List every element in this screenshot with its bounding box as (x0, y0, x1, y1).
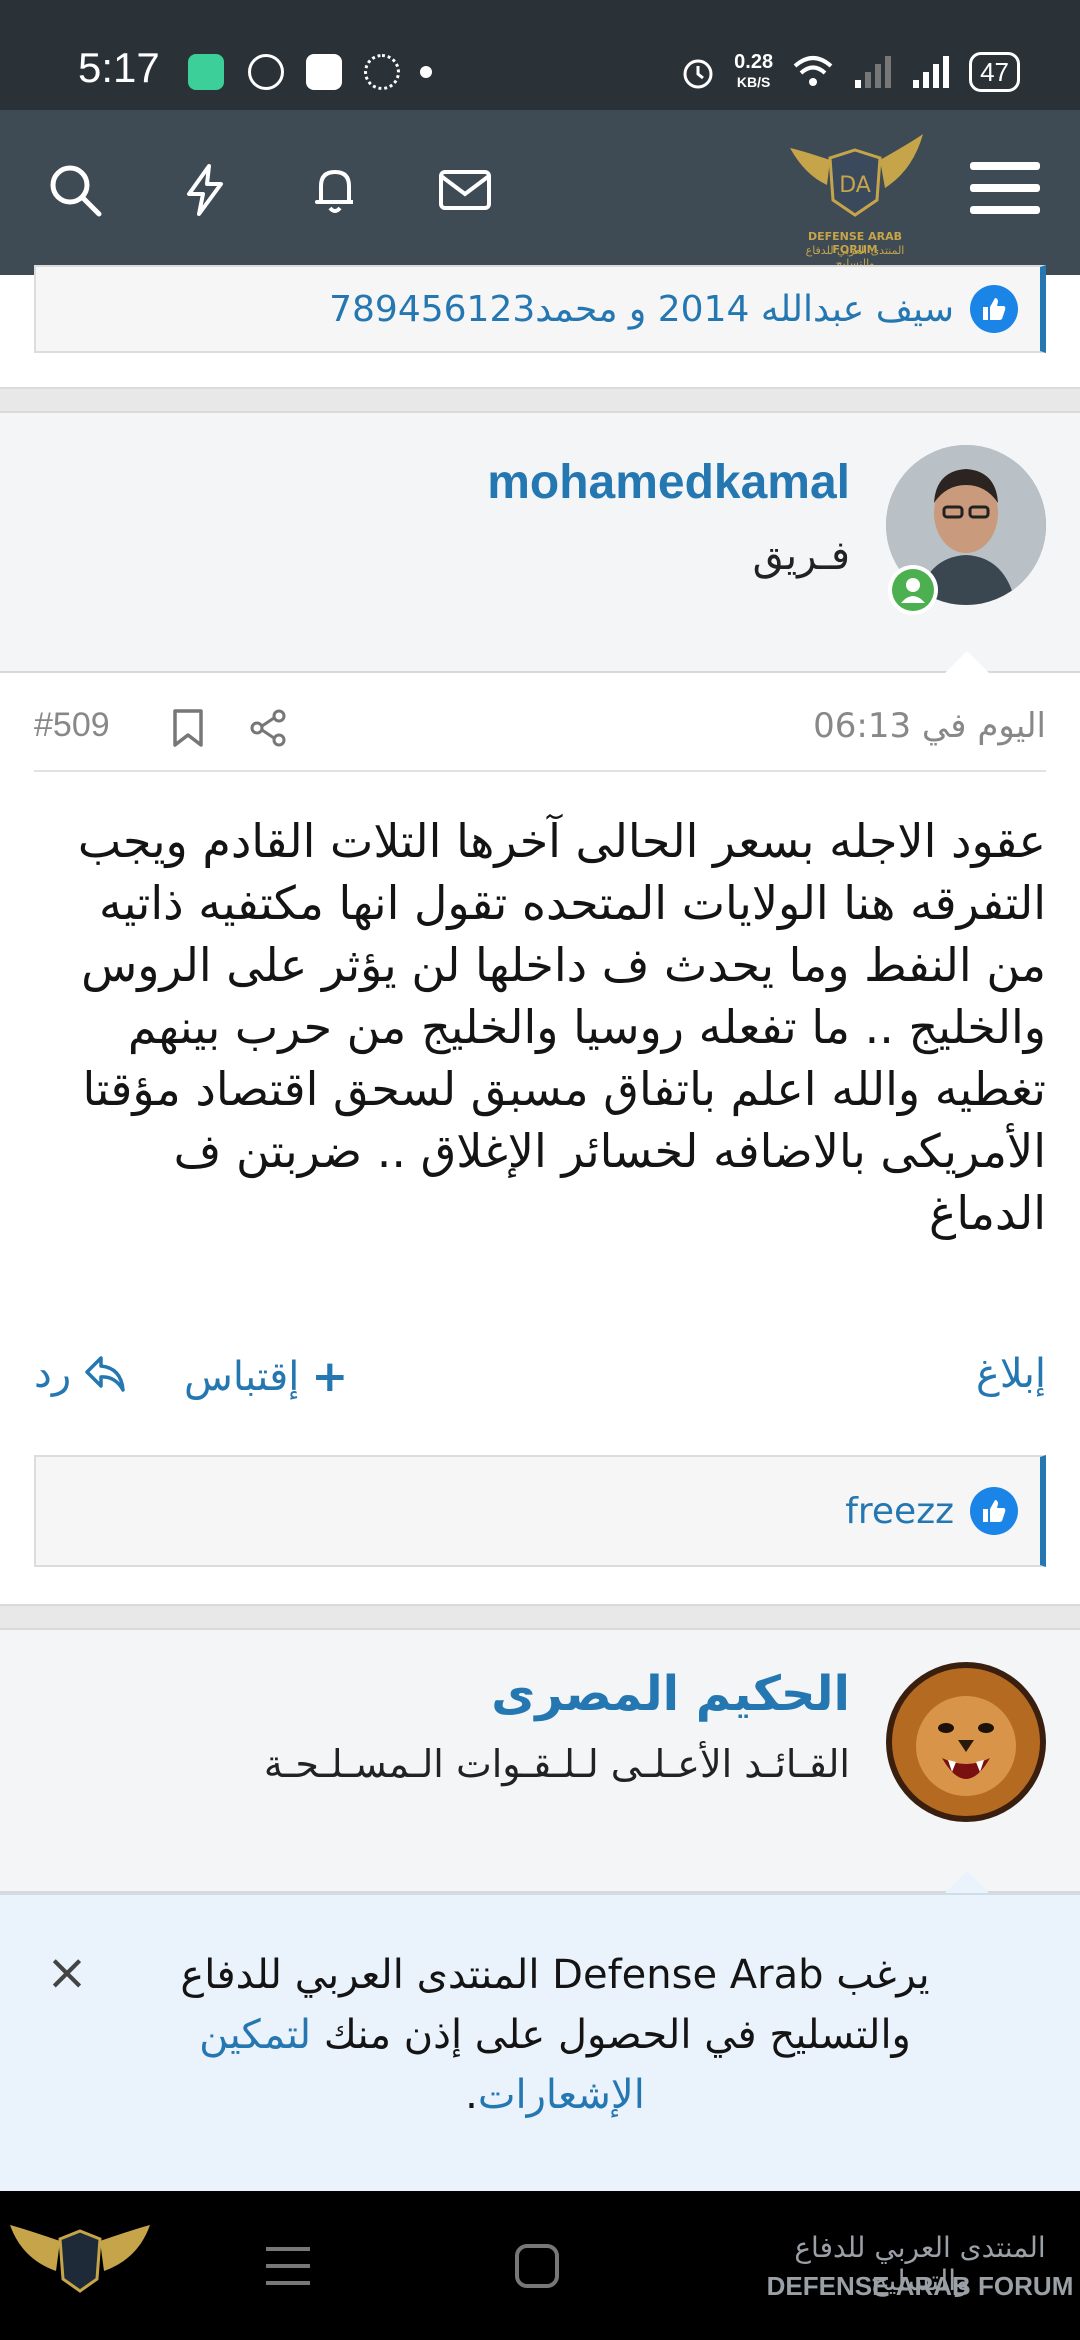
notification-permission-banner: × يرغب Defense Arab المنتدى العربي للدفا… (0, 1893, 1080, 2191)
watermark-logo (0, 2211, 160, 2336)
notification-message: يرغب Defense Arab المنتدى العربي للدفاع … (130, 1945, 980, 2125)
facebook-icon (248, 54, 284, 90)
alarm-icon (683, 59, 713, 89)
user-title: القـائـد الأعـلـى لـلـقـوات الـمسـلـحـة (263, 1742, 850, 1786)
signal-icon-2 (913, 56, 950, 88)
app-header: DA DEFENSE ARAB FORUM المنتدى العربي للد… (0, 110, 1080, 275)
like-icon (970, 285, 1018, 333)
post-user-block: mohamedkamal فـريق (0, 413, 1080, 673)
like-icon (970, 1487, 1018, 1535)
logo-emblem-icon: DA (790, 134, 923, 217)
user-title: فـريق (752, 533, 850, 579)
battery-indicator: 47 (969, 52, 1020, 92)
previous-post-reactions[interactable]: سيف عبدالله 2014 و محمد789456123 (34, 265, 1046, 353)
online-status-icon (888, 565, 938, 615)
share-icon[interactable] (246, 706, 290, 750)
user-block-arrow (945, 651, 989, 673)
post-date[interactable]: اليوم في 06:13 (813, 706, 1046, 746)
post-reactions[interactable]: freezz (34, 1455, 1046, 1567)
post-number[interactable]: #509 (34, 706, 110, 745)
user-block-arrow (945, 1871, 989, 1893)
home-icon[interactable] (512, 2241, 562, 2291)
status-bar: 5:17 0.28 KB/S 47 (0, 0, 1080, 110)
post-body: عقود الاجله بسعر الحالى آخرها التلات الق… (77, 814, 1046, 1240)
report-label: إبلاغ (976, 1351, 1046, 1397)
bell-icon[interactable] (300, 155, 370, 225)
search-icon[interactable] (40, 155, 110, 225)
system-nav-bar: المنتدى العربي للدفاع والتسليح DEFENSE A… (0, 2191, 1080, 2340)
post-author[interactable]: الحكيم المصرى (491, 1666, 850, 1722)
app-notification-icon (306, 54, 342, 90)
network-speed-value: 0.28 (734, 51, 774, 73)
quote-button[interactable]: إقتباس + (184, 1351, 348, 1402)
quote-label: إقتباس (184, 1353, 300, 1400)
reply-icon (85, 1356, 125, 1392)
post-actions: رد إقتباس + إبلاغ (34, 1345, 1046, 1415)
reactions-text[interactable]: freezz (845, 1491, 954, 1532)
messages-app-icon (188, 54, 224, 90)
report-button[interactable]: إبلاغ (976, 1351, 1046, 1397)
post-author[interactable]: mohamedkamal (487, 455, 850, 510)
status-right: 0.28 KB/S 47 (680, 48, 1020, 96)
network-speed-unit: KB/S (736, 74, 771, 90)
bookmark-icon[interactable] (166, 706, 210, 750)
post-divider (0, 1604, 1080, 1630)
reply-label: رد (34, 1351, 72, 1397)
flash-icon[interactable] (170, 155, 240, 225)
plus-icon: + (311, 1351, 349, 1402)
close-icon[interactable]: × (46, 1943, 88, 2001)
more-notifications-dot (420, 66, 432, 78)
reactions-text[interactable]: سيف عبدالله 2014 و محمد789456123 (329, 289, 954, 330)
avatar[interactable] (886, 1662, 1046, 1822)
reply-button[interactable]: رد (34, 1351, 127, 1397)
post-meta-row: #509 اليوم في 06:13 (34, 692, 1046, 772)
recent-apps-icon[interactable] (260, 2241, 316, 2291)
menu-icon[interactable] (970, 162, 1040, 228)
share-app-icon (364, 54, 400, 90)
wifi-icon (793, 56, 833, 86)
watermark-text-en: DEFENSE ARAB FORUM (766, 2271, 1074, 2301)
notification-text-end: . (465, 2072, 478, 2118)
status-time: 5:17 (78, 44, 160, 91)
svg-text:DA: DA (839, 173, 871, 198)
site-logo[interactable]: DA DEFENSE ARAB FORUM المنتدى العربي للد… (785, 130, 925, 270)
post-divider (0, 387, 1080, 413)
next-post-user-block: الحكيم المصرى القـائـد الأعـلـى لـلـقـوا… (0, 1630, 1080, 1893)
network-speed: 0.28 KB/S (734, 52, 773, 92)
signal-icon-1 (855, 56, 892, 88)
mail-icon[interactable] (430, 155, 500, 225)
